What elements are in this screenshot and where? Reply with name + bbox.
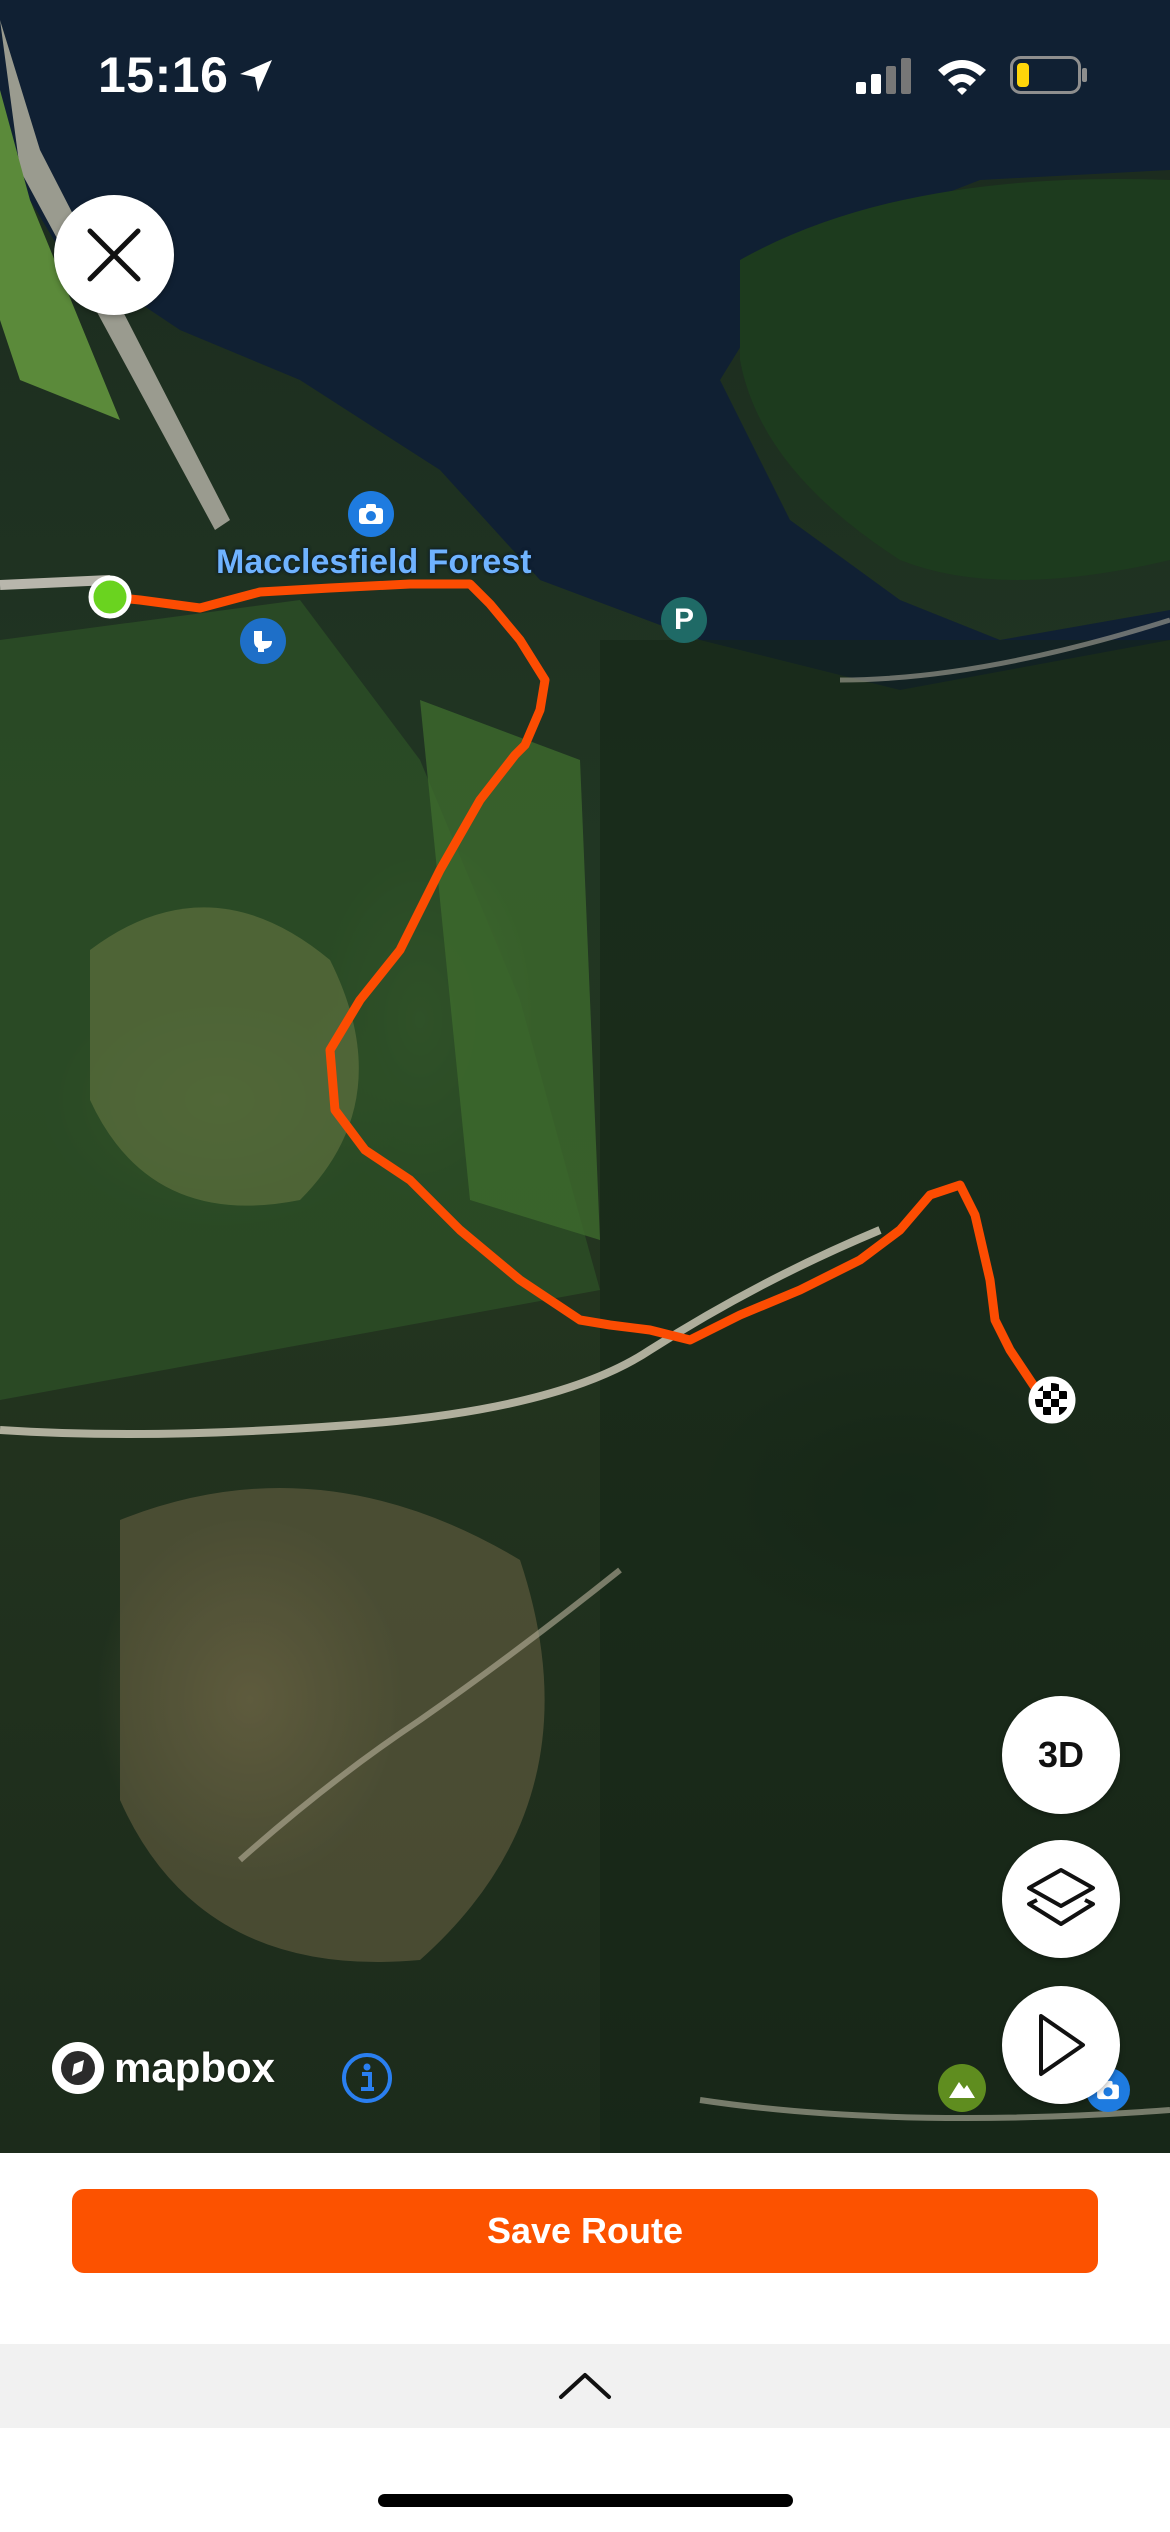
map-view[interactable]: Macclesfield Forest P 15:16 3D mapbox xyxy=(0,0,1170,2153)
mountain-icon[interactable] xyxy=(938,2064,986,2112)
battery-low-icon xyxy=(1010,56,1088,99)
mapbox-icon xyxy=(52,2042,104,2094)
save-route-button[interactable]: Save Route xyxy=(72,2189,1098,2273)
play-icon xyxy=(1039,2014,1085,2076)
status-time: 15:16 xyxy=(98,47,229,103)
wifi-icon xyxy=(936,56,988,101)
mapbox-logo[interactable]: mapbox xyxy=(50,2040,275,2096)
bottom-panel: Save Route xyxy=(0,2153,1170,2532)
camera-icon[interactable] xyxy=(348,491,394,537)
route-end-marker xyxy=(1028,1376,1076,1424)
attribution-info-button[interactable] xyxy=(341,2052,393,2104)
cellular-signal-icon xyxy=(856,58,916,99)
route-start-marker xyxy=(88,575,132,619)
toggle-3d-button[interactable]: 3D xyxy=(1002,1696,1120,1814)
route-line xyxy=(88,575,1076,1424)
location-arrow-icon xyxy=(236,56,276,101)
mapbox-wordmark: mapbox xyxy=(114,2044,276,2091)
info-icon xyxy=(342,2053,392,2103)
place-label[interactable]: Macclesfield Forest xyxy=(216,543,532,582)
chevron-up-icon xyxy=(559,2373,611,2399)
layers-button[interactable] xyxy=(1002,1840,1120,1958)
drawer-handle[interactable] xyxy=(0,2344,1170,2428)
status-bar: 15:16 xyxy=(0,0,1170,150)
play-button[interactable] xyxy=(1002,1986,1120,2104)
layers-icon xyxy=(1027,1868,1095,1926)
close-icon xyxy=(87,228,141,282)
home-indicator[interactable] xyxy=(378,2494,793,2507)
toilet-icon[interactable] xyxy=(240,618,286,664)
close-button[interactable] xyxy=(54,195,174,315)
parking-icon[interactable]: P xyxy=(661,597,707,643)
